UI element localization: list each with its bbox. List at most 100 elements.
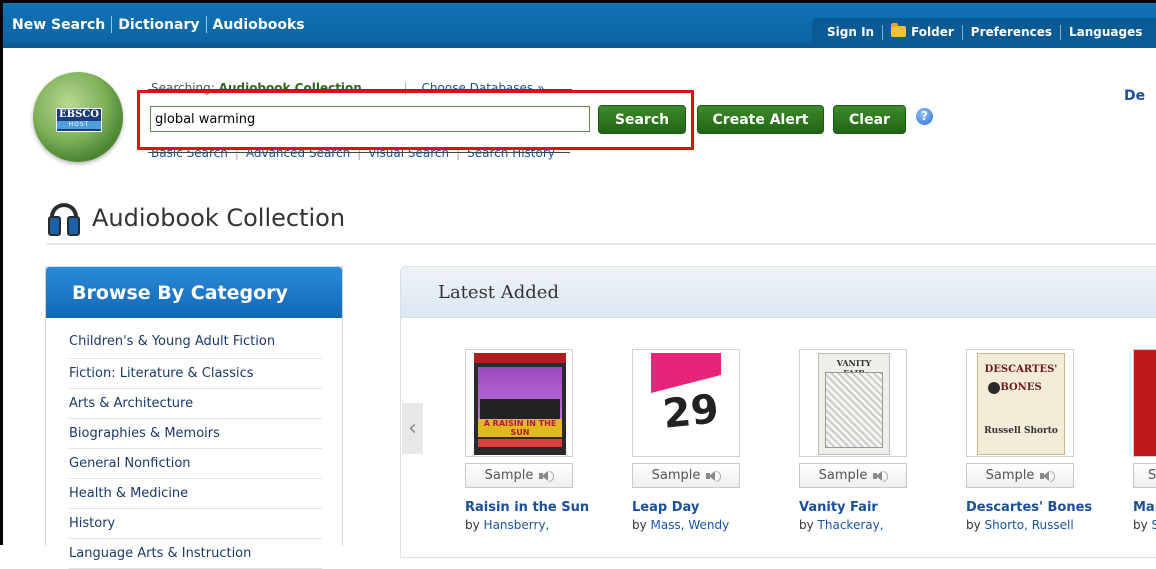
category-item[interactable]: Children's & Young Adult Fiction [69,326,322,359]
book-card: VANITY FAIR Sample Vanity Fair by Thacke… [799,349,907,532]
category-item[interactable]: Health & Medicine [69,479,322,509]
sample-label: Sample [484,468,534,483]
separator: | [456,146,461,160]
searching-line: Searching: Audiobook Collection | Choose… [151,81,544,95]
logo-text-ebsco: EBSCO [59,109,99,120]
book-title[interactable]: Mar [1133,500,1156,515]
searching-database: Audiobook Collection [218,81,362,95]
preferences-link[interactable]: Preferences [971,25,1052,39]
browse-by-category-panel: Browse By Category Children's & Young Ad… [45,266,343,569]
book-card: 29 Sample Leap Day by Mass, Wendy [632,349,740,532]
ebscohost-logo[interactable]: EBSCO HOST [33,72,123,162]
category-item[interactable]: Arts & Architecture [69,389,322,419]
book-author: by Shorto, Russell [966,518,1074,532]
category-item[interactable]: General Nonfiction [69,449,322,479]
author-link[interactable]: Mass, Wendy [651,518,730,532]
cover-title: DESCARTES' [984,364,1058,375]
window-frame-left [0,0,3,545]
book-author: by S [1133,518,1156,532]
visual-search-link[interactable]: Visual Search [368,146,449,160]
book-cover[interactable]: VANITY FAIR [799,349,907,457]
cover-art: DESCARTES' BONES Russell Shorto [977,353,1065,455]
category-list: Children's & Young Adult Fiction Fiction… [46,326,342,569]
cover-art: VANITY FAIR [818,353,890,455]
speaker-icon [539,470,555,482]
separator: | [357,146,362,160]
by-label: by [632,518,647,532]
sample-button[interactable]: Sample [632,463,740,488]
sample-button[interactable]: Sample [1133,463,1156,488]
logo-badge: EBSCO HOST [56,108,102,132]
cover-title: 29 [660,386,721,438]
search-input[interactable] [150,106,590,132]
folder-link[interactable]: Folder [891,23,954,39]
carousel-prev-arrow[interactable]: ‹ [402,403,423,454]
strike-line [148,89,572,90]
sample-label: Sample [818,468,868,483]
author-link[interactable]: S [1152,518,1156,532]
nav-dictionary[interactable]: Dictionary [118,17,199,33]
cover-art: A RAISIN IN THE SUN [474,353,566,455]
book-title[interactable]: Vanity Fair [799,500,907,515]
book-cover[interactable]: 29 [632,349,740,457]
create-alert-button[interactable]: Create Alert [697,105,824,134]
page-heading: Audiobook Collection [47,203,346,236]
latest-header: Latest Added [401,267,1156,318]
book-card: A RAISIN IN THE SUN Sample Raisin in the… [465,349,589,532]
sample-button[interactable]: Sample [465,463,573,488]
cover-title: A RAISIN IN THE SUN [478,419,562,437]
category-item[interactable]: Language Arts & Instruction [69,539,322,569]
advanced-search-link[interactable]: Advanced Search [246,146,350,160]
basic-search-link[interactable]: Basic Search [151,146,228,160]
book-cover[interactable]: DESCARTES' BONES Russell Shorto [966,349,1074,457]
sign-in-link[interactable]: Sign In [827,25,874,39]
choose-databases-link[interactable]: Choose Databases » [422,81,545,95]
toolbar-separator [1060,24,1062,40]
category-item[interactable]: History [69,509,322,539]
sample-button[interactable]: Sample [966,463,1074,488]
top-nav: New Search Dictionary Audiobooks [12,16,305,33]
by-label: by [1133,518,1148,532]
search-button[interactable]: Search [598,105,686,134]
folder-icon [891,23,907,37]
category-item[interactable]: Fiction: Literature & Classics [69,359,322,389]
help-icon[interactable]: ? [916,108,933,125]
cover-author: Russell Shorto [984,426,1058,436]
user-toolbar: Sign In Folder Preferences Languages [812,18,1156,46]
searching-label: Searching: [151,81,215,95]
latest-added-panel: Latest Added ‹ A RAISIN IN THE SUN Sampl… [400,266,1156,558]
sample-button[interactable]: Sample [799,463,907,488]
book-card: DESCARTES' BONES Russell Shorto Sample D… [966,349,1092,532]
speaker-icon [873,470,889,482]
cover-art [1134,350,1156,456]
by-label: by [966,518,981,532]
book-title[interactable]: Descartes' Bones [966,500,1092,515]
nav-separator [111,16,113,33]
author-link[interactable]: Hansberry, [484,518,550,532]
book-cover[interactable]: A RAISIN IN THE SUN [465,349,573,457]
languages-link[interactable]: Languages [1069,25,1142,39]
book-title[interactable]: Leap Day [632,500,740,515]
logo-text-host: HOST [57,121,101,129]
nav-new-search[interactable]: New Search [12,17,105,33]
browse-header: Browse By Category [46,267,342,318]
right-edge-link[interactable]: De [1124,88,1145,104]
author-link[interactable]: Thackeray, [818,518,884,532]
clear-button[interactable]: Clear [833,105,906,134]
book-cover[interactable] [1133,349,1156,457]
search-history-link[interactable]: Search History [467,146,555,160]
by-label: by [465,518,480,532]
nav-audiobooks[interactable]: Audiobooks [213,17,305,33]
book-author: by Mass, Wendy [632,518,740,532]
page-title: Audiobook Collection [92,204,346,232]
nav-separator [205,16,207,33]
folder-label: Folder [911,25,954,39]
headphones-icon [47,203,81,236]
author-link[interactable]: Shorto, Russell [985,518,1074,532]
sample-label: Sample [1148,468,1156,483]
heading-divider [47,243,1156,245]
book-title[interactable]: Raisin in the Sun [465,500,589,515]
cover-art: 29 [651,353,721,455]
book-author: by Thackeray, [799,518,907,532]
category-item[interactable]: Biographies & Memoirs [69,419,322,449]
